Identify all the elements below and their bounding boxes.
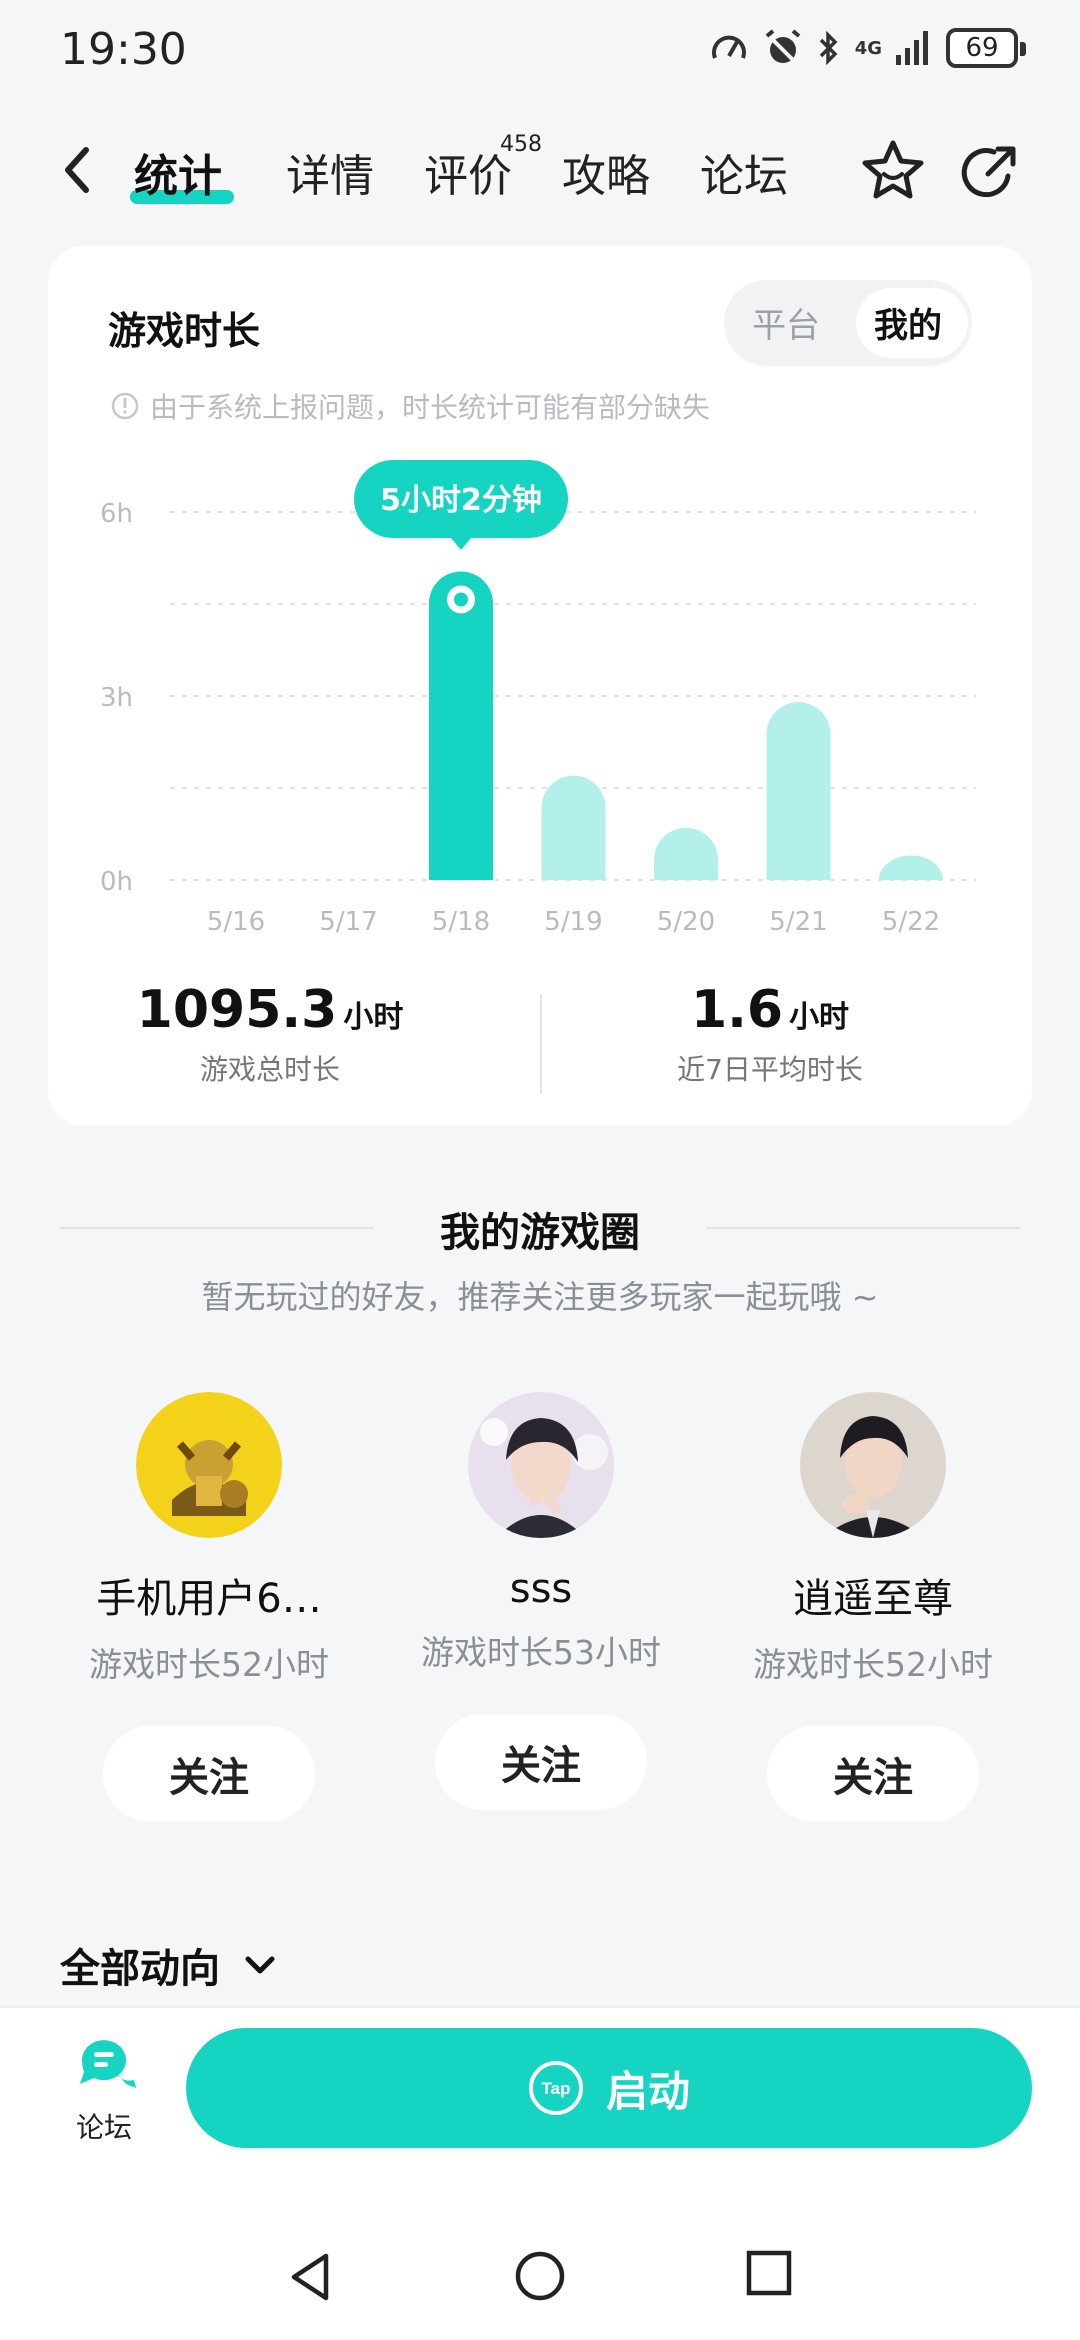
system-back-icon[interactable] (286, 2250, 336, 2304)
follow-button[interactable]: 关注 (767, 1726, 979, 1822)
friend-playtime: 游戏时长53小时 (421, 1633, 661, 1672)
avg-time-label: 近7日平均时长 (677, 1053, 863, 1086)
svg-text:Tap: Tap (542, 2079, 571, 2098)
info-icon (111, 392, 139, 420)
tab-guides[interactable]: 攻略 (562, 140, 650, 204)
x-tick-label: 5/21 (769, 907, 827, 937)
tab-details[interactable]: 详情 (286, 140, 374, 204)
total-time-unit: 小时 (343, 1000, 404, 1035)
follow-button[interactable]: 关注 (435, 1714, 647, 1810)
x-tick-label: 5/18 (432, 907, 490, 937)
share-icon[interactable] (958, 140, 1022, 204)
friend-card: 手机用户6… 游戏时长52小时 关注 (44, 1392, 374, 1822)
status-icons: 4G 69 (709, 28, 1026, 68)
tooltip-text: 5小时2分钟 (380, 483, 542, 518)
x-tick-label: 5/22 (882, 907, 940, 937)
x-tick-label: 5/20 (657, 907, 715, 937)
all-activity-label: 全部动向 (60, 1946, 220, 1992)
taptap-logo: Tap (528, 2061, 583, 2115)
chart-bar (654, 827, 718, 880)
friend-playtime: 游戏时长52小时 (753, 1645, 993, 1684)
review-count-badge: 458 (500, 132, 542, 157)
toggle-platform[interactable]: 平台 (752, 298, 820, 347)
x-tick-label: 5/16 (207, 907, 265, 937)
y-tick-label: 3h (100, 683, 133, 713)
launch-button[interactable]: Tap 启动 (186, 2028, 1032, 2148)
avatar[interactable] (468, 1392, 614, 1538)
playtime-title: 游戏时长 (108, 309, 261, 353)
total-time-stat: 1095.3 小时 游戏总时长 (0, 980, 540, 1088)
friend-card: 逍遥至尊 游戏时长52小时 关注 (708, 1392, 1038, 1822)
speed-icon (711, 35, 746, 59)
x-tick-label: 5/17 (319, 907, 377, 937)
avatar[interactable] (800, 1392, 946, 1538)
follow-button[interactable]: 关注 (103, 1726, 315, 1822)
back-icon[interactable] (54, 140, 104, 200)
chart-bar (541, 775, 606, 880)
favorite-star-icon[interactable] (860, 138, 926, 204)
knight-avatar-image (136, 1392, 282, 1538)
all-activity-dropdown[interactable]: 全部动向 (60, 1936, 278, 1994)
bar-marker-inner (454, 592, 468, 607)
friend-playtime: 游戏时长52小时 (89, 1645, 329, 1684)
playtime-chart: 6h 3h 0h 5/16 5/17 5/18 5/19 5/20 5/21 5/22 5小时2分钟 (100, 460, 976, 937)
tooltip-arrow (451, 538, 471, 550)
forum-label[interactable]: 论坛 (76, 2106, 132, 2146)
signal-icon (896, 31, 928, 65)
game-circle-title: 我的游戏圈 (440, 1210, 640, 1256)
data-notice: 由于系统上报问题，时长统计可能有部分缺失 (110, 386, 710, 426)
tab-reviews[interactable]: 评价 (424, 140, 512, 204)
total-time-value: 1095.3 (136, 980, 338, 1040)
notice-text: 由于系统上报问题，时长统计可能有部分缺失 (150, 391, 711, 424)
avg-time-value: 1.6 (690, 980, 784, 1040)
chart-bar (879, 855, 943, 880)
chart-bar (766, 702, 831, 880)
tab-forum[interactable]: 论坛 (700, 140, 788, 204)
tab-stats[interactable]: 统计 (134, 140, 222, 204)
toggle-mine[interactable]: 我的 (874, 298, 942, 347)
chevron-down-icon (245, 1956, 275, 1974)
avg-time-stat: 1.6 小时 近7日平均时长 (540, 980, 1000, 1088)
friend-name: 逍遥至尊 (793, 1576, 953, 1622)
alarm-off-icon (765, 29, 800, 66)
battery-indicator: 69 (946, 28, 1026, 68)
avatar[interactable] (136, 1392, 282, 1538)
status-time: 19:30 (60, 24, 187, 75)
friend-card: sss 游戏时长53小时 关注 (376, 1392, 706, 1810)
system-home-icon[interactable] (514, 2250, 566, 2302)
friend-name: sss (509, 1566, 573, 1612)
bluetooth-icon (819, 30, 838, 66)
forum-chat-icon[interactable] (74, 2036, 138, 2092)
chart-bar (429, 571, 493, 880)
avg-time-unit: 小时 (789, 1000, 850, 1035)
game-circle-subtitle: 暂无玩过的好友，推荐关注更多玩家一起玩哦 ~ (201, 1278, 879, 1316)
network-type: 4G (854, 37, 882, 59)
total-time-label: 游戏总时长 (199, 1053, 340, 1086)
y-tick-label: 6h (100, 499, 133, 529)
friend-name: 手机用户6… (96, 1576, 322, 1622)
launch-label: 启动 (605, 2066, 690, 2116)
system-recents-icon[interactable] (746, 2250, 792, 2296)
anime-man-suit-avatar-image (800, 1392, 946, 1538)
y-tick-label: 0h (100, 867, 133, 897)
x-tick-label: 5/19 (544, 907, 602, 937)
anime-man-avatar-image (468, 1392, 614, 1538)
